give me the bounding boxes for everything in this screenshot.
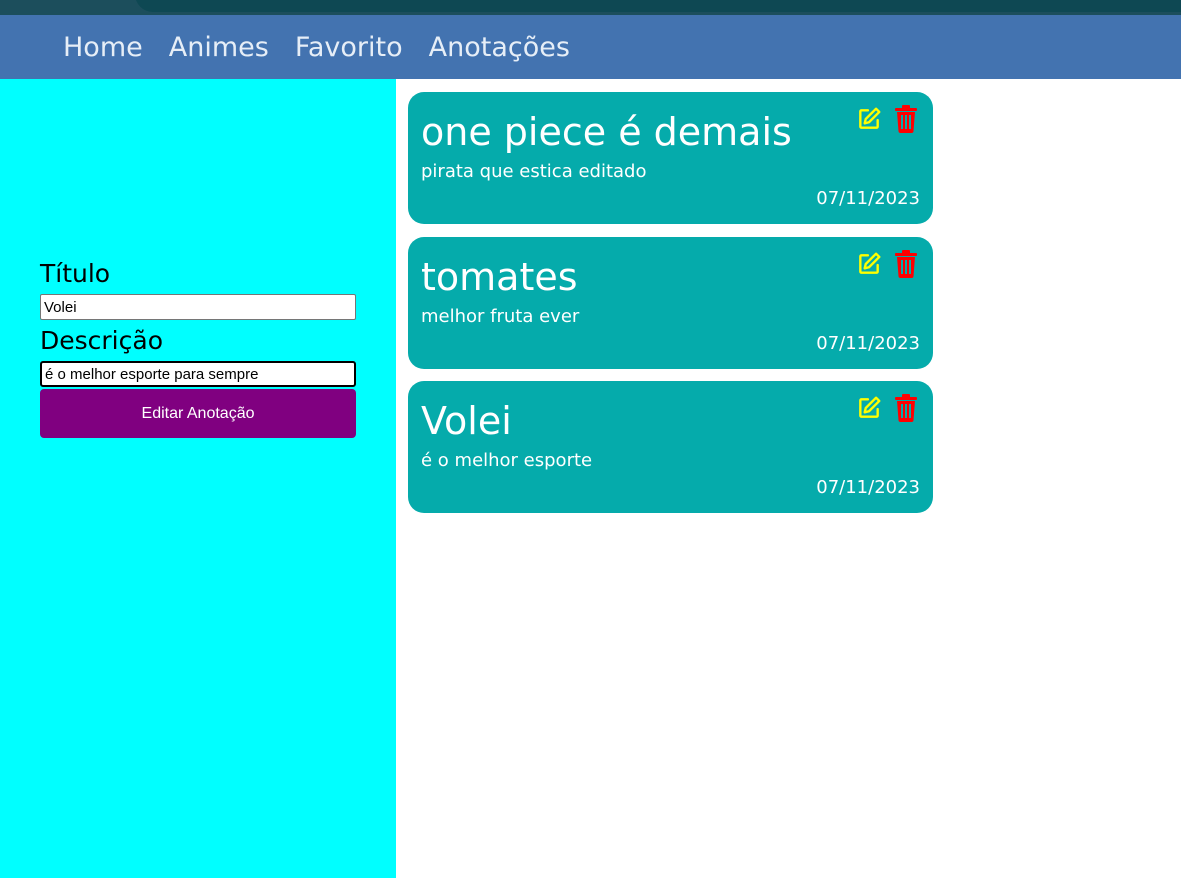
- note-date: 07/11/2023: [816, 188, 920, 209]
- top-strip-shape: [135, 0, 1181, 12]
- nav-link-animes[interactable]: Animes: [169, 34, 269, 61]
- note-date: 07/11/2023: [816, 333, 920, 354]
- description-label: Descrição: [40, 326, 163, 355]
- edit-icon[interactable]: [856, 105, 882, 133]
- title-input[interactable]: [40, 294, 356, 320]
- trash-icon[interactable]: [893, 105, 919, 133]
- navbar: Home Animes Favorito Anotações: [0, 15, 1181, 79]
- trash-icon[interactable]: [893, 394, 919, 422]
- edit-icon[interactable]: [856, 394, 882, 422]
- note-date: 07/11/2023: [816, 477, 920, 498]
- note-description: é o melhor esporte: [421, 450, 593, 471]
- note-title: Volei: [421, 399, 512, 443]
- nav-link-favorito[interactable]: Favorito: [295, 34, 403, 61]
- note-card: tomates melhor fruta ever 07/11/2023: [408, 237, 933, 369]
- note-card: Volei é o melhor esporte 07/11/2023: [408, 381, 933, 513]
- browser-top-strip: [0, 0, 1181, 15]
- note-title: tomates: [421, 255, 578, 299]
- nav-link-anotacoes[interactable]: Anotações: [429, 34, 570, 61]
- edit-note-button[interactable]: Editar Anotação: [40, 389, 356, 438]
- description-input[interactable]: [40, 361, 356, 387]
- note-description: melhor fruta ever: [421, 306, 580, 327]
- edit-icon[interactable]: [856, 250, 882, 278]
- note-description: pirata que estica editado: [421, 161, 647, 182]
- sidebar: Título Descrição Editar Anotação: [0, 79, 396, 878]
- note-title: one piece é demais: [421, 110, 792, 154]
- note-form: Título Descrição Editar Anotação: [40, 261, 356, 438]
- nav-link-home[interactable]: Home: [63, 34, 143, 61]
- trash-icon[interactable]: [893, 250, 919, 278]
- note-card: one piece é demais pirata que estica edi…: [408, 92, 933, 224]
- title-label: Título: [40, 259, 111, 288]
